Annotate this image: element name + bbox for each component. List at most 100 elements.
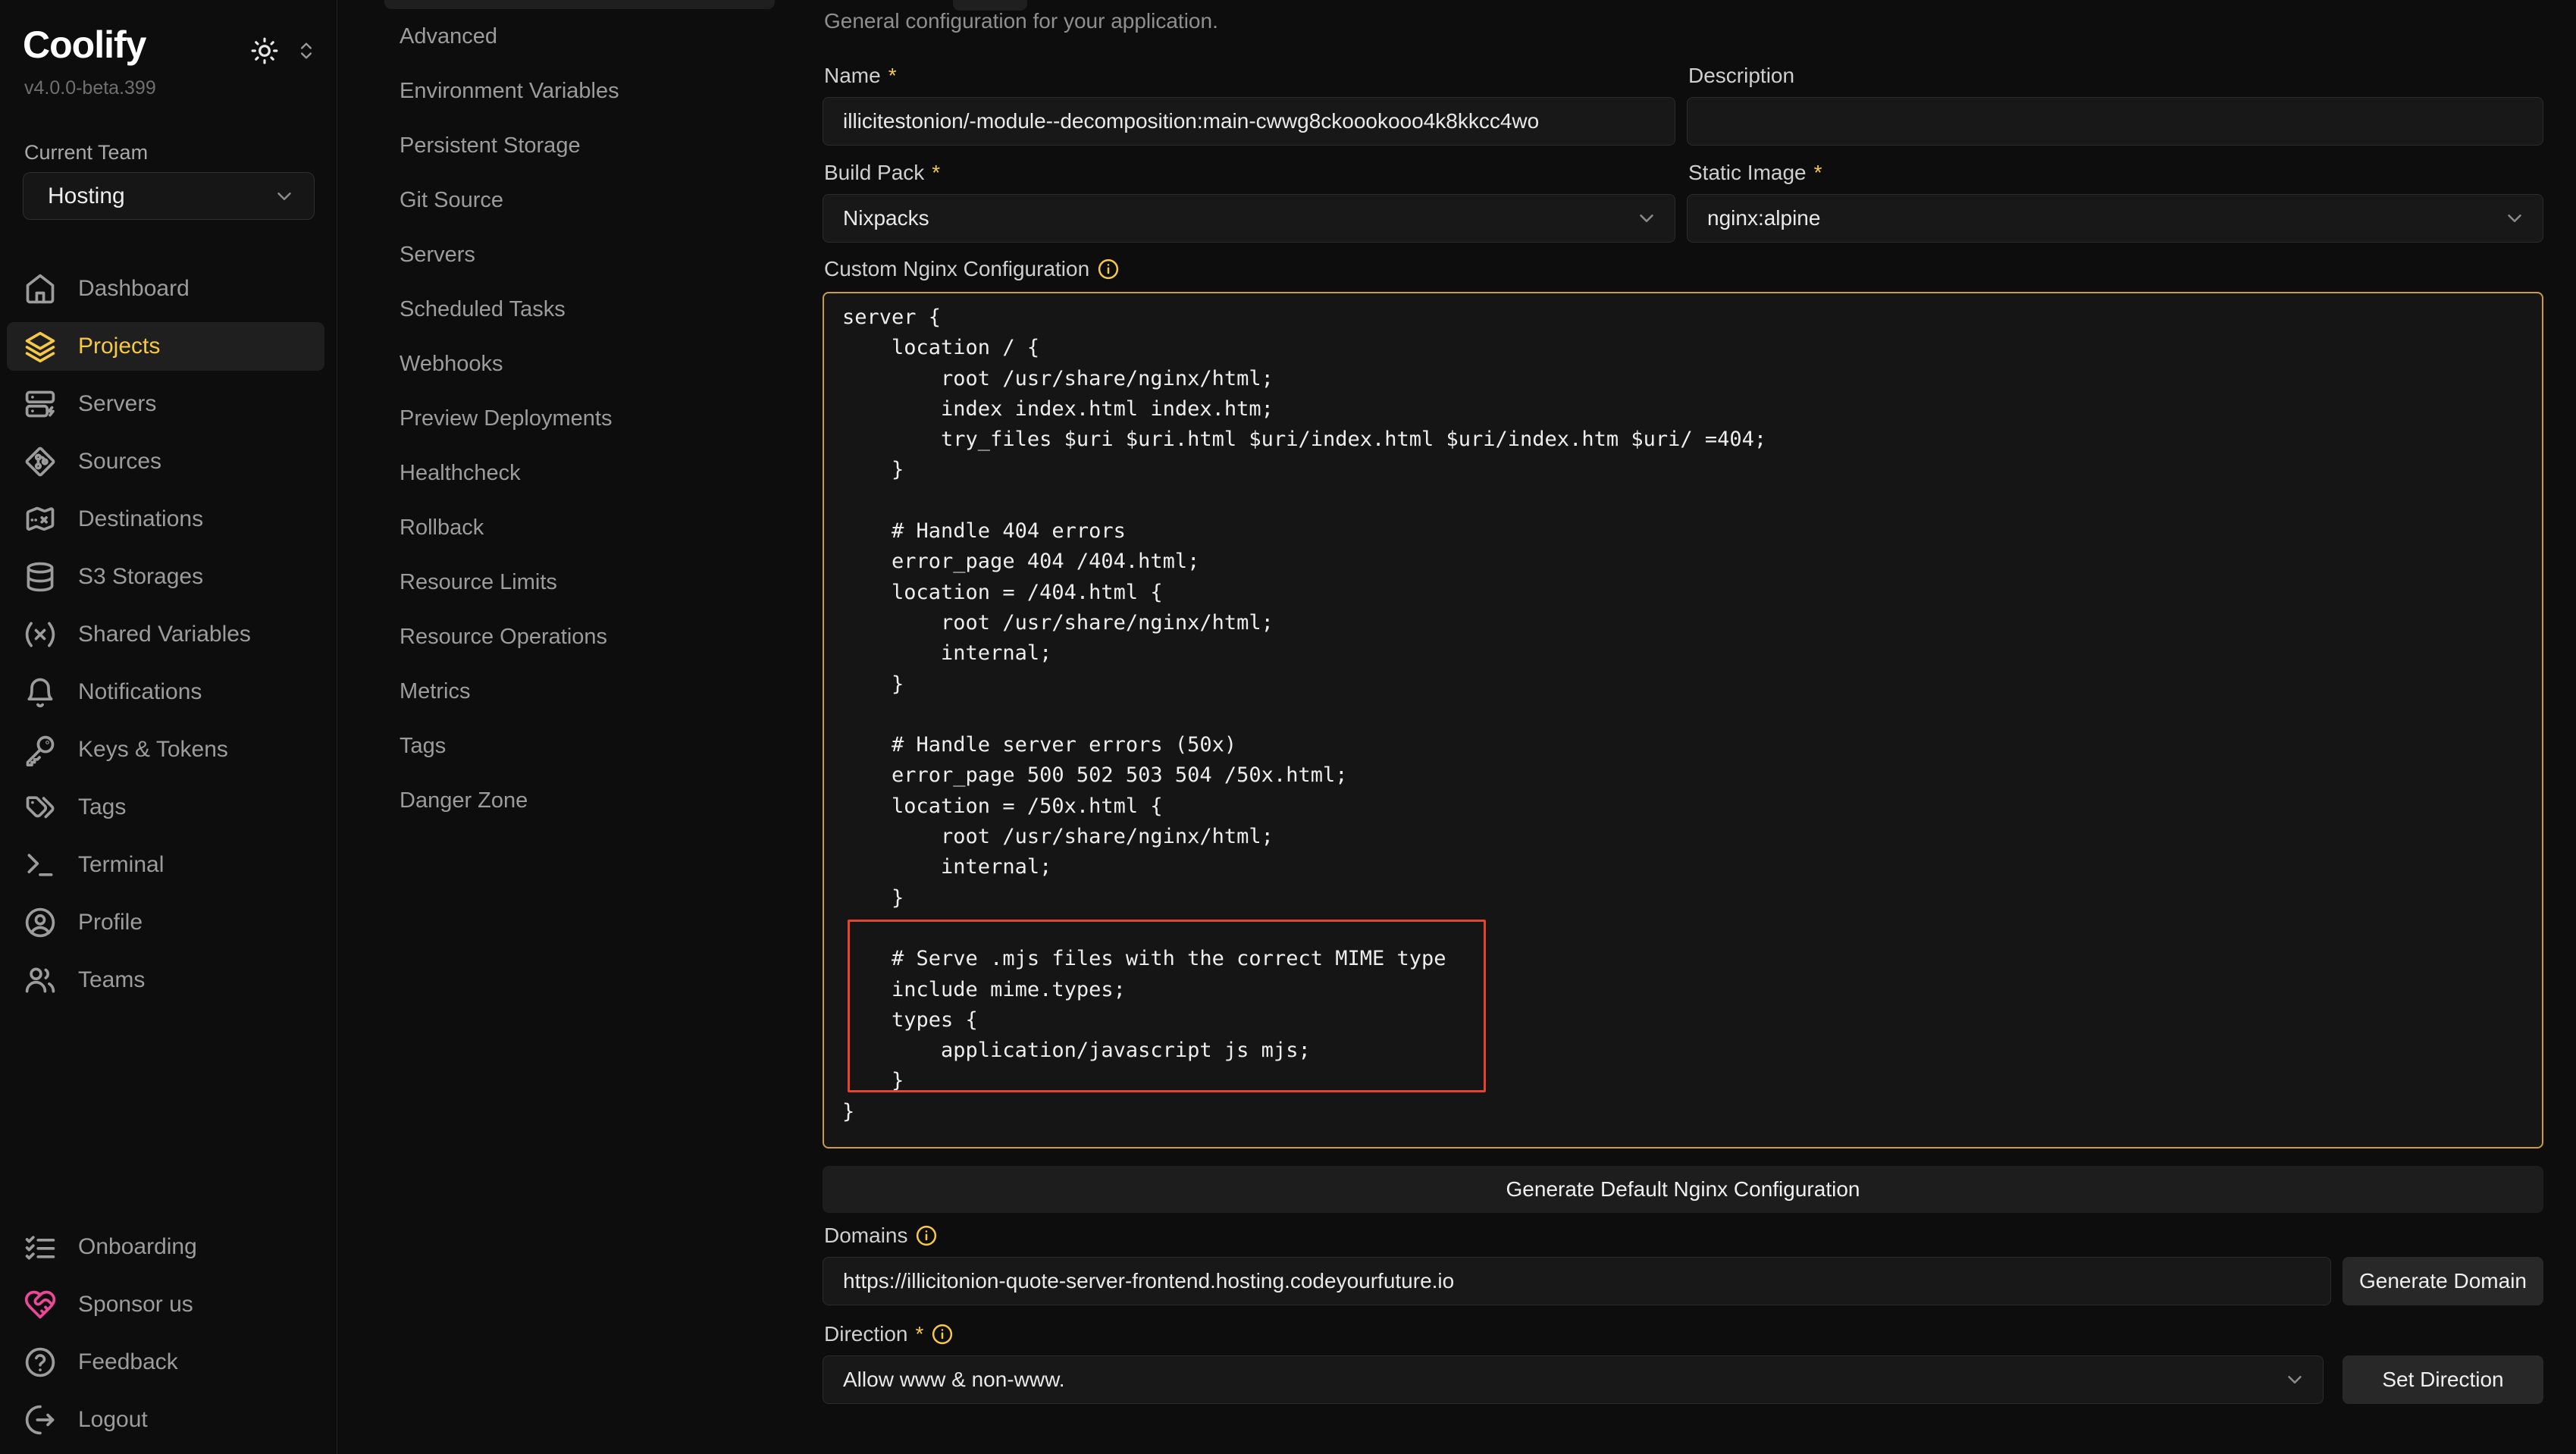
- settings-nav-item-git-source[interactable]: Git Source: [384, 178, 775, 222]
- current-team-label: Current Team: [24, 141, 148, 165]
- sidebar-nav: Dashboard Projects Servers Sources Destinati…: [7, 265, 324, 1014]
- required-marker: *: [915, 1322, 923, 1346]
- static-image-label: Static Image*: [1688, 161, 1822, 185]
- sidebar-item-dashboard[interactable]: Dashboard: [7, 265, 324, 313]
- description-label: Description: [1688, 64, 1794, 88]
- settings-nav-active-item-cutoff[interactable]: [384, 0, 775, 9]
- sidebar-item-label: Teams: [78, 967, 145, 993]
- terminal-icon: [24, 848, 57, 882]
- settings-nav-item-danger-zone[interactable]: Danger Zone: [384, 779, 775, 823]
- chevrons-up-down-icon[interactable]: [296, 40, 317, 61]
- sidebar-item-tags[interactable]: Tags: [7, 783, 324, 832]
- nginx-config-code[interactable]: server { location / { root /usr/share/ng…: [842, 302, 1766, 1127]
- settings-nav-item-tags[interactable]: Tags: [384, 724, 775, 768]
- direction-value: Allow www & non-www.: [843, 1368, 1065, 1392]
- build-pack-select[interactable]: Nixpacks: [823, 194, 1675, 243]
- info-icon[interactable]: [931, 1323, 954, 1346]
- team-select-value: Hosting: [48, 183, 125, 209]
- domains-input[interactable]: [823, 1257, 2331, 1305]
- sidebar-item-label: Logout: [78, 1407, 148, 1433]
- settings-nav-item-environment-variables[interactable]: Environment Variables: [384, 69, 775, 113]
- static-image-select[interactable]: nginx:alpine: [1687, 194, 2543, 243]
- required-marker: *: [932, 161, 940, 185]
- settings-nav-item-persistent-storage[interactable]: Persistent Storage: [384, 124, 775, 168]
- sidebar-item-destinations[interactable]: Destinations: [7, 495, 324, 544]
- direction-label: Direction*: [824, 1322, 954, 1346]
- users-icon: [24, 964, 57, 997]
- direction-select[interactable]: Allow www & non-www.: [823, 1355, 2324, 1404]
- name-label: Name*: [824, 64, 897, 88]
- settings-nav-item-advanced[interactable]: Advanced: [384, 14, 775, 58]
- sidebar-item-label: Tags: [78, 794, 126, 820]
- build-pack-value: Nixpacks: [843, 206, 929, 230]
- sidebar-item-profile[interactable]: Profile: [7, 898, 324, 947]
- user-circle-icon: [24, 906, 57, 939]
- key-icon: [24, 733, 57, 766]
- app-logo: Coolify: [23, 23, 146, 67]
- settings-nav-item-rollback[interactable]: Rollback: [384, 506, 775, 550]
- settings-nav-item-scheduled-tasks[interactable]: Scheduled Tasks: [384, 287, 775, 331]
- sidebar-item-label: S3 Storages: [78, 564, 203, 590]
- app-window: Coolify v4.0.0-beta.399 Current Team Hos…: [0, 0, 2576, 1454]
- domains-label: Domains: [824, 1224, 938, 1248]
- sidebar-footer-nav: Onboarding Sponsor us Feedback Logout: [7, 1223, 324, 1453]
- generate-domain-button[interactable]: Generate Domain: [2343, 1257, 2543, 1305]
- sidebar-item-label: Sources: [78, 449, 161, 475]
- settings-nav-item-preview-deployments[interactable]: Preview Deployments: [384, 396, 775, 440]
- sidebar-item-servers[interactable]: Servers: [7, 380, 324, 428]
- nginx-config-editor[interactable]: server { location / { root /usr/share/ng…: [823, 292, 2543, 1148]
- git-icon: [24, 445, 57, 478]
- build-pack-label: Build Pack*: [824, 161, 940, 185]
- settings-nav-item-healthcheck[interactable]: Healthcheck: [384, 451, 775, 495]
- sidebar-item-terminal[interactable]: Terminal: [7, 841, 324, 889]
- sidebar-item-projects[interactable]: Projects: [7, 322, 324, 371]
- logout-icon: [24, 1403, 57, 1437]
- chevron-down-icon: [273, 185, 296, 208]
- sidebar-item-onboarding[interactable]: Onboarding: [7, 1223, 324, 1271]
- sidebar-item-label: Sponsor us: [78, 1292, 193, 1318]
- name-input[interactable]: [823, 97, 1675, 146]
- sidebar-item-logout[interactable]: Logout: [7, 1396, 324, 1444]
- help-circle-icon: [24, 1346, 57, 1379]
- sidebar-item-label: Terminal: [78, 852, 164, 878]
- sidebar-item-teams[interactable]: Teams: [7, 956, 324, 1004]
- settings-nav-item-resource-limits[interactable]: Resource Limits: [384, 560, 775, 604]
- home-icon: [24, 272, 57, 306]
- custom-nginx-label: Custom Nginx Configuration: [824, 257, 1120, 281]
- sidebar-item-sponsor-us[interactable]: Sponsor us: [7, 1280, 324, 1329]
- sidebar-item-label: Servers: [78, 391, 156, 417]
- settings-nav-item-metrics[interactable]: Metrics: [384, 669, 775, 713]
- required-marker: *: [1814, 161, 1822, 185]
- sidebar-item-label: Profile: [78, 910, 143, 935]
- settings-nav-list: Advanced Environment Variables Persistent …: [384, 14, 775, 833]
- sidebar-item-label: Projects: [78, 334, 160, 359]
- sidebar-item-s3-storages[interactable]: S3 Storages: [7, 553, 324, 601]
- sidebar-item-notifications[interactable]: Notifications: [7, 668, 324, 716]
- settings-nav-item-webhooks[interactable]: Webhooks: [384, 342, 775, 386]
- sidebar-item-shared-variables[interactable]: Shared Variables: [7, 610, 324, 659]
- chevron-down-icon: [1635, 207, 1658, 230]
- database-icon: [24, 560, 57, 594]
- settings-nav-item-resource-operations[interactable]: Resource Operations: [384, 615, 775, 659]
- settings-nav-item-servers[interactable]: Servers: [384, 233, 775, 277]
- sidebar-item-label: Keys & Tokens: [78, 737, 228, 763]
- set-direction-button[interactable]: Set Direction: [2343, 1355, 2543, 1404]
- chevron-down-icon: [2283, 1368, 2306, 1391]
- sidebar-item-sources[interactable]: Sources: [7, 437, 324, 486]
- sidebar-item-label: Shared Variables: [78, 622, 251, 647]
- info-icon[interactable]: [915, 1224, 938, 1247]
- sidebar-item-feedback[interactable]: Feedback: [7, 1338, 324, 1387]
- team-select[interactable]: Hosting: [23, 172, 315, 220]
- sun-icon[interactable]: [250, 36, 279, 65]
- generate-default-nginx-button[interactable]: Generate Default Nginx Configuration: [823, 1166, 2543, 1213]
- bell-icon: [24, 675, 57, 709]
- sidebar-item-keys-tokens[interactable]: Keys & Tokens: [7, 725, 324, 774]
- required-marker: *: [888, 64, 897, 88]
- description-input[interactable]: [1687, 97, 2543, 146]
- sidebar-item-label: Dashboard: [78, 276, 190, 302]
- info-icon[interactable]: [1097, 258, 1120, 280]
- sidebar-item-label: Feedback: [78, 1349, 178, 1375]
- static-image-value: nginx:alpine: [1707, 206, 1820, 230]
- checklist-icon: [24, 1230, 57, 1264]
- sidebar-item-label: Notifications: [78, 679, 202, 705]
